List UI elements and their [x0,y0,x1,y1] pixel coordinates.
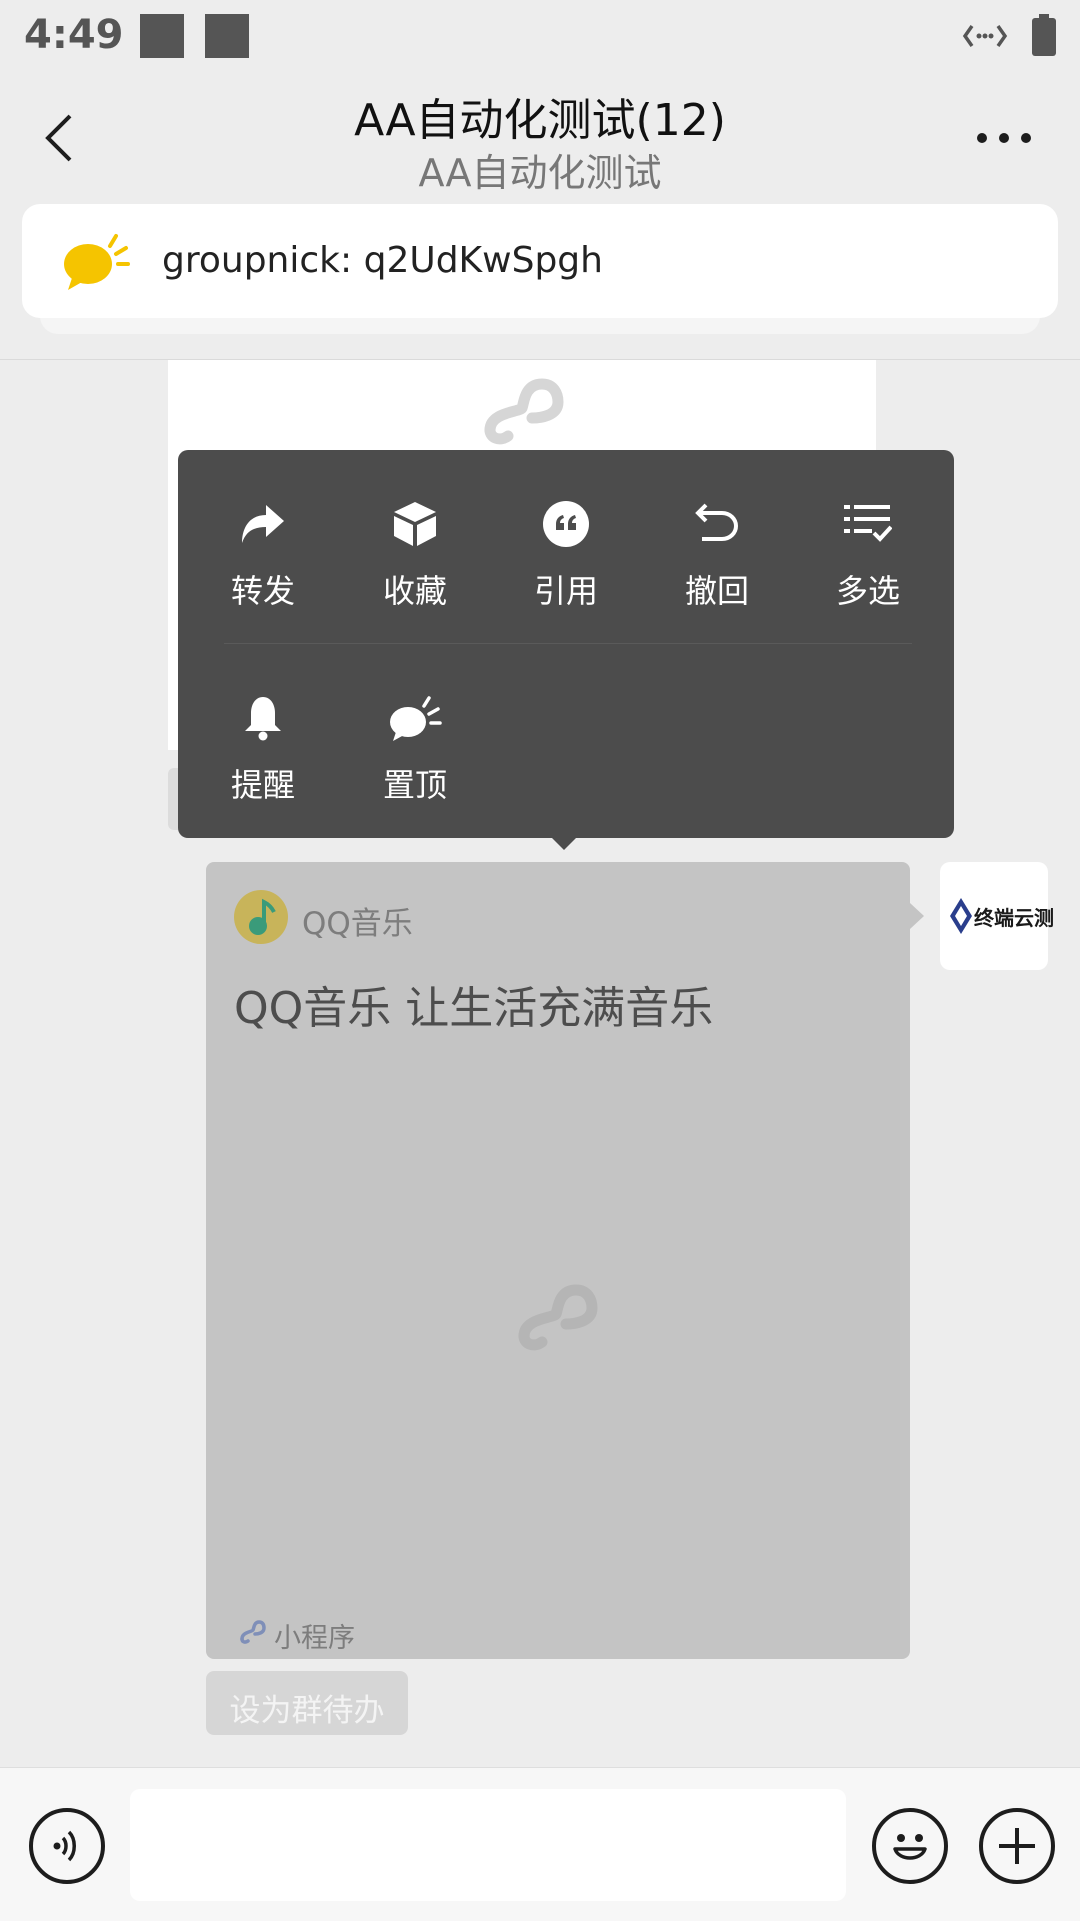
more-functions-button[interactable] [979,1808,1055,1884]
avatar-logo-icon [950,898,972,934]
group-nick-text: groupnick: q2UdKwSpgh [162,240,603,281]
pin-top-icon [390,696,442,741]
message-input[interactable] [130,1789,846,1901]
context-menu: 转发 收藏 引用 撤回 多选 提醒 置顶 [178,450,954,838]
more-icon[interactable] [976,132,1032,144]
forward-icon [242,505,284,543]
menu-item-label: 多选 [835,572,900,610]
menu-item-label: 提醒 [230,766,295,804]
qq-music-logo-icon [234,890,288,944]
notification-icon [140,14,184,58]
app-name: QQ音乐 [302,906,413,942]
voice-button[interactable] [29,1808,105,1884]
mini-program-placeholder-icon [518,1284,598,1351]
menu-item-quote[interactable]: 引用 [501,496,631,612]
menu-item-multi-select[interactable]: 多选 [803,496,933,612]
status-time: 4:49 [24,12,124,58]
menu-item-forward[interactable]: 转发 [198,496,328,612]
menu-item-label: 引用 [533,572,598,610]
emoji-button[interactable] [872,1808,948,1884]
plus-icon [999,1828,1035,1864]
card-footer-label: 小程序 [274,1623,355,1654]
quote-icon [543,501,589,547]
battery-icon [1032,14,1056,56]
avatar[interactable]: 终端云测 [940,862,1054,970]
undo-icon [695,503,739,541]
menu-item-remind[interactable]: 提醒 [198,690,328,806]
menu-item-label: 收藏 [382,572,447,610]
announcement-icon [64,234,130,290]
network-arrows-icon [962,24,1008,48]
emoji-icon [893,1834,927,1860]
menu-divider [224,643,912,644]
favorite-box-icon [394,502,436,546]
avatar-text: 终端云测 [974,906,1054,930]
menu-pointer [548,834,580,850]
set-group-todo-label: 设为群待办 [229,1693,385,1729]
menu-item-label: 转发 [230,572,295,610]
voice-icon [53,1830,76,1862]
chat-subtitle: AA自动化测试 [418,151,662,195]
chat-title: AA自动化测试(12) [354,95,726,146]
multi-select-icon [844,505,892,542]
card-description: QQ音乐 让生活充满音乐 [234,983,714,1034]
menu-item-pin-top[interactable]: 置顶 [350,690,480,806]
status-bar: 4:49 [0,0,1080,72]
menu-item-recall[interactable]: 撤回 [652,496,782,612]
mini-program-small-icon [240,1620,266,1644]
notification-icon [205,14,249,58]
menu-item-label: 置顶 [382,766,447,804]
menu-item-favorite[interactable]: 收藏 [350,496,480,612]
bell-icon [245,697,281,741]
mini-program-icon [484,378,564,445]
bubble-arrow [910,903,924,929]
menu-item-label: 撤回 [684,572,749,610]
